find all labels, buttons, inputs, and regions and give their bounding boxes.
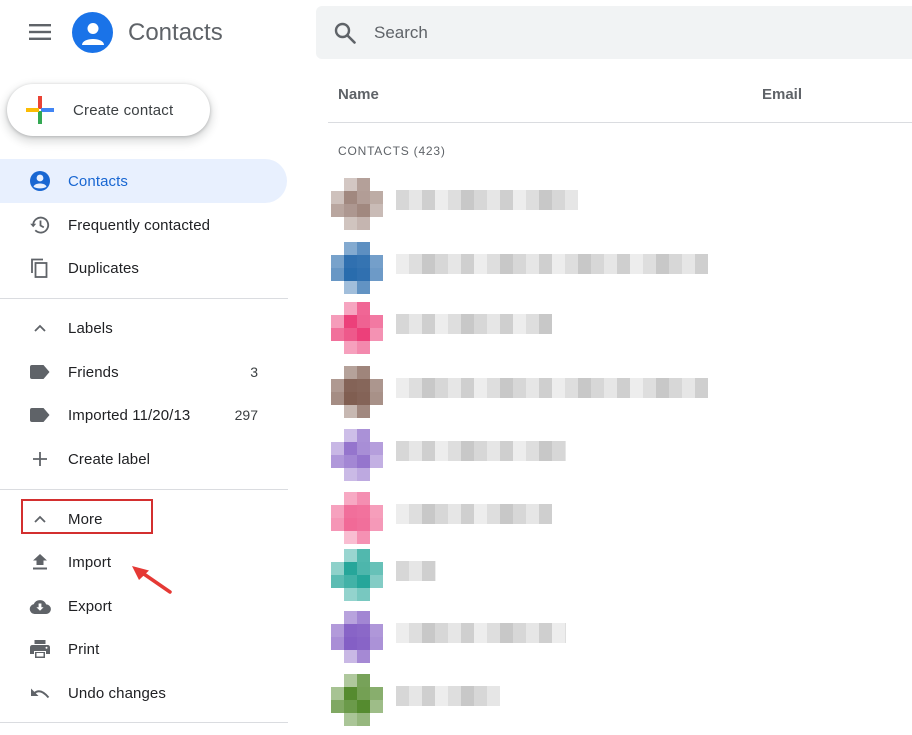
cloud-download-icon <box>29 600 51 614</box>
create-contact-button[interactable]: Create contact <box>7 84 210 136</box>
contact-avatar <box>331 492 383 544</box>
contact-avatar <box>331 302 383 354</box>
create-label-button[interactable]: Create label <box>0 437 287 481</box>
contact-name-redacted <box>396 314 552 334</box>
contact-avatar <box>331 178 383 230</box>
person-icon <box>81 22 104 45</box>
sidebar-item-duplicates[interactable]: Duplicates <box>0 246 287 290</box>
labels-section-label: Labels <box>68 319 113 337</box>
search-input[interactable] <box>374 22 874 43</box>
contact-name-redacted <box>396 190 578 210</box>
column-header-email[interactable]: Email <box>762 86 802 103</box>
contact-name-redacted <box>396 561 436 581</box>
sidebar-item-label: Imported 11/20/13 <box>68 406 191 424</box>
sidebar-item-label: Undo changes <box>68 684 166 702</box>
contact-name-redacted <box>396 254 708 274</box>
label-icon <box>30 365 50 379</box>
contact-name-redacted <box>396 504 552 524</box>
label-icon <box>30 408 50 422</box>
history-icon <box>30 216 50 234</box>
sidebar-divider <box>0 298 288 299</box>
chevron-up-icon <box>34 324 46 332</box>
search-bar[interactable] <box>316 6 912 59</box>
sidebar-item-print[interactable]: Print <box>0 627 287 671</box>
contact-row[interactable] <box>328 545 912 601</box>
copy-icon <box>31 258 48 278</box>
sidebar-item-label: Import <box>68 553 112 571</box>
contact-avatar <box>331 549 383 601</box>
contact-name-redacted <box>396 686 500 706</box>
sidebar-item-label: Friends <box>68 363 119 381</box>
contact-row[interactable] <box>328 425 912 481</box>
sidebar-item-label-imported[interactable]: Imported 11/20/13 297 <box>0 393 287 437</box>
contact-row[interactable] <box>328 298 912 354</box>
plus-icon <box>33 452 47 466</box>
header-divider <box>328 122 912 123</box>
sidebar-item-undo-changes[interactable]: Undo changes <box>0 671 287 715</box>
contact-avatar <box>331 242 383 294</box>
sidebar-item-label: Print <box>68 640 100 658</box>
create-contact-label: Create contact <box>73 101 174 119</box>
sidebar-divider <box>0 722 288 723</box>
label-count: 297 <box>234 407 258 423</box>
sidebar-item-label: Export <box>68 597 112 615</box>
contact-avatar <box>331 674 383 726</box>
sidebar-item-export[interactable]: Export <box>0 584 287 628</box>
contact-avatar <box>331 611 383 663</box>
contact-row[interactable] <box>328 607 912 663</box>
contact-name-redacted <box>396 623 566 643</box>
person-circle-icon <box>30 171 50 191</box>
labels-section-toggle[interactable]: Labels <box>0 306 287 350</box>
search-icon <box>334 22 356 44</box>
create-label-text: Create label <box>68 450 151 468</box>
app-title: Contacts <box>128 19 223 46</box>
upload-icon <box>33 554 47 570</box>
printer-icon <box>30 640 50 658</box>
sidebar-item-label: Frequently contacted <box>68 216 211 234</box>
contact-avatar <box>331 366 383 418</box>
column-header-name[interactable]: Name <box>338 86 379 103</box>
multicolor-plus-icon <box>26 96 54 124</box>
contact-row[interactable] <box>328 238 912 294</box>
sidebar-item-frequently-contacted[interactable]: Frequently contacted <box>0 203 287 247</box>
contacts-count-label: CONTACTS (423) <box>338 144 446 158</box>
contact-row[interactable] <box>328 362 912 418</box>
sidebar-item-label-friends[interactable]: Friends 3 <box>0 350 287 394</box>
undo-icon <box>31 688 50 699</box>
contact-row[interactable] <box>328 174 912 230</box>
contact-name-redacted <box>396 441 566 461</box>
sidebar-item-label: Duplicates <box>68 259 140 277</box>
contact-row[interactable] <box>328 670 912 726</box>
sidebar-divider <box>0 489 288 490</box>
hamburger-menu-icon <box>29 24 51 40</box>
search-button[interactable] <box>316 6 374 59</box>
sidebar-item-contacts[interactable]: Contacts <box>0 159 287 203</box>
contact-name-redacted <box>396 378 708 398</box>
sidebar-item-label: Contacts <box>68 172 128 190</box>
label-count: 3 <box>250 364 258 380</box>
contact-row[interactable] <box>328 488 912 544</box>
main-menu-button[interactable] <box>20 14 60 50</box>
annotation-highlight-box <box>21 499 153 534</box>
contact-avatar <box>331 429 383 481</box>
contacts-logo <box>72 12 113 53</box>
